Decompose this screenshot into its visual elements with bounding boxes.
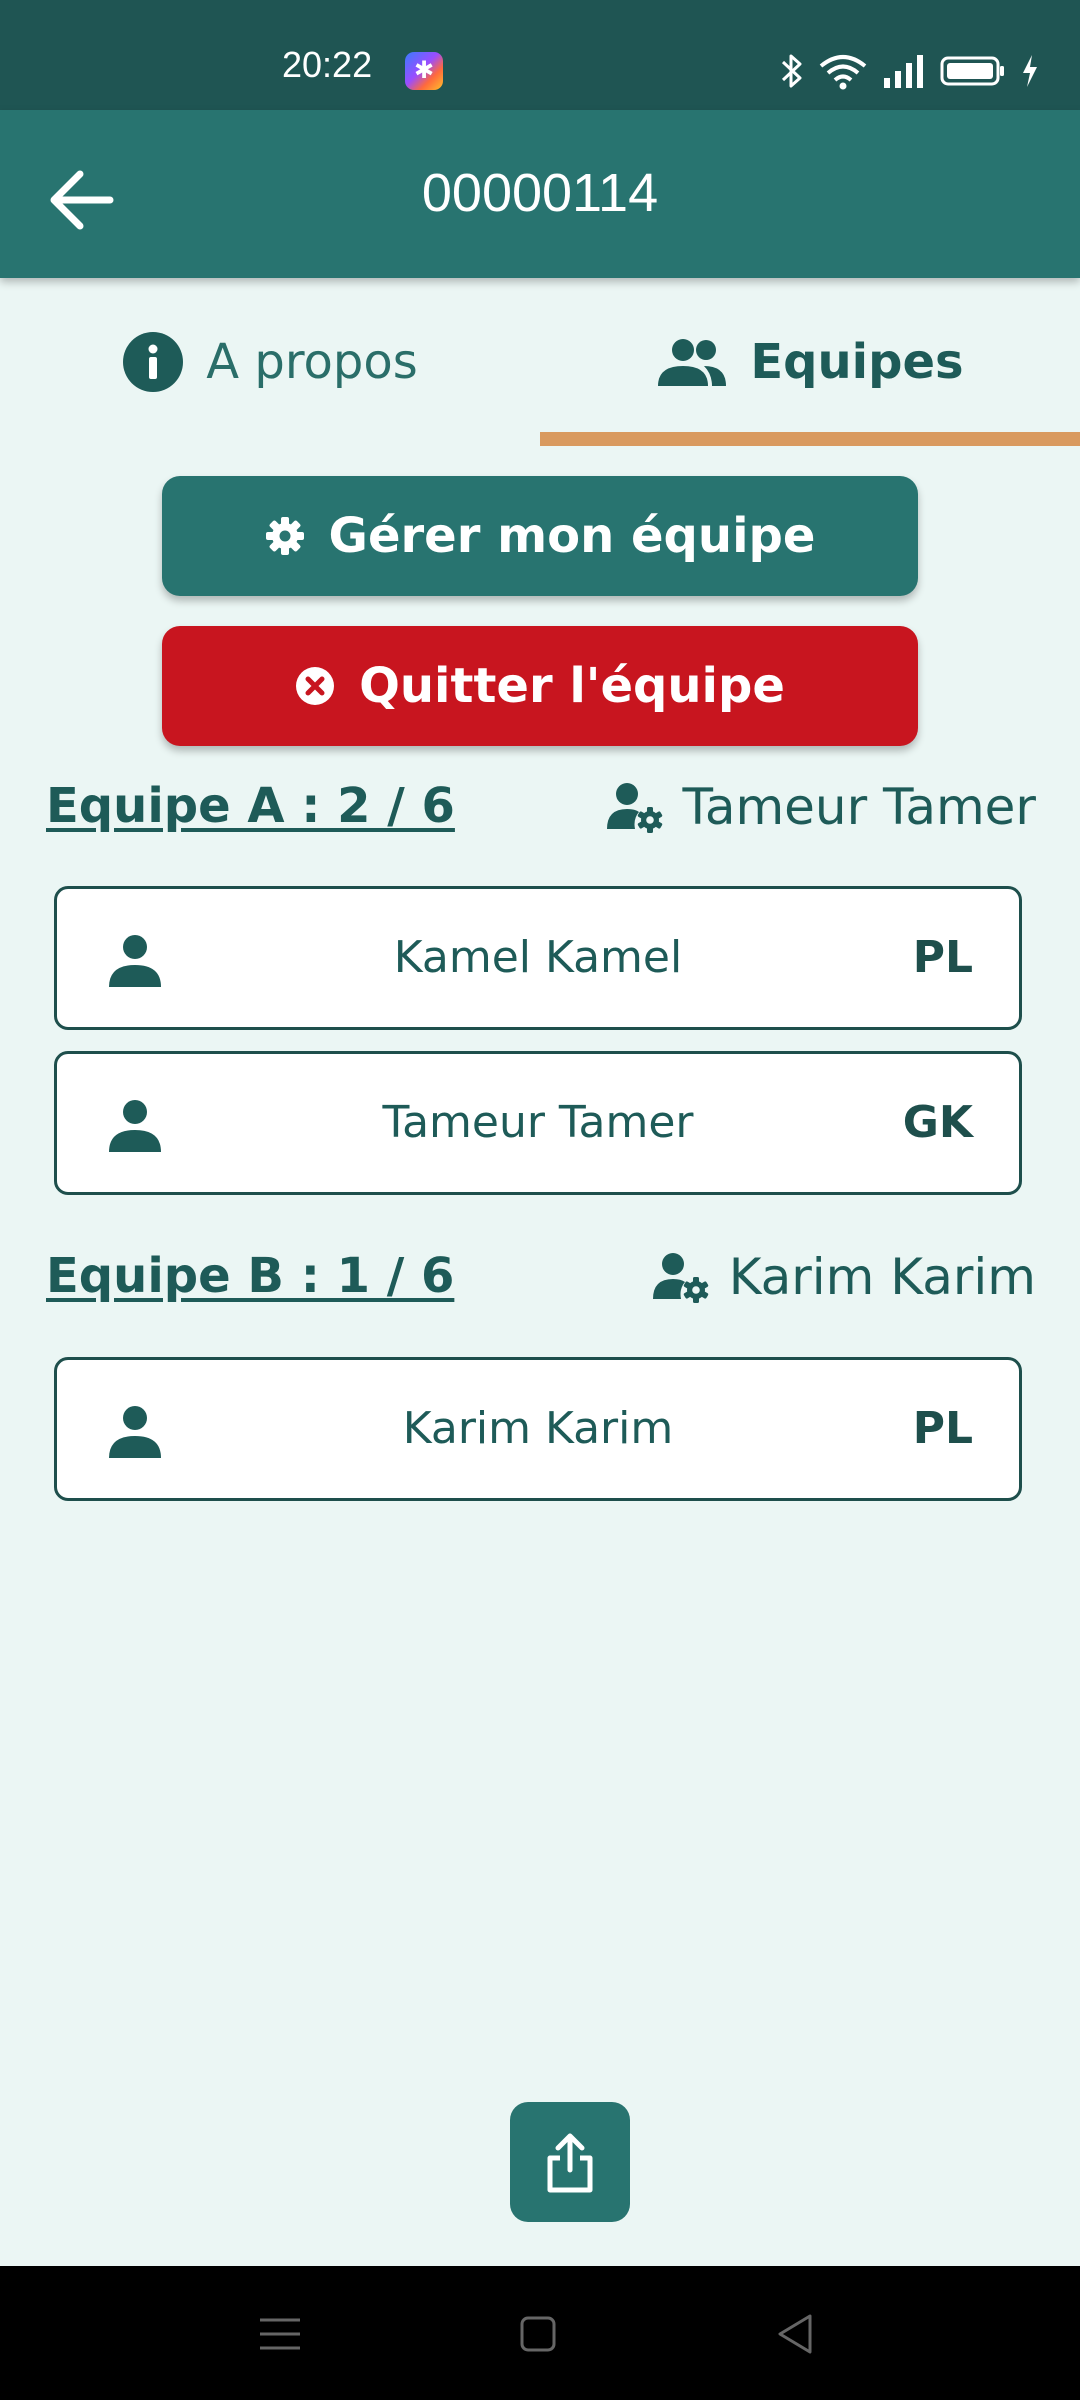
player-card[interactable]: Kamel Kamel PL [54,886,1022,1030]
team-captain: Tameur Tamer [606,778,1036,836]
share-button[interactable] [510,2102,630,2222]
quit-team-button[interactable]: Quitter l'équipe [162,626,918,746]
menu-icon[interactable] [252,2306,308,2362]
team-header-a: Equipe A : 2 / 6 Tameur Tamer [46,778,1036,848]
player-name: Karim Karim [402,1403,674,1454]
info-icon [123,332,184,392]
player-position: GK [902,1097,973,1148]
system-nav-bar [0,2266,1080,2400]
wifi-icon [819,55,867,90]
group-icon [658,339,727,386]
back-nav-icon[interactable] [768,2306,824,2362]
app-notification-icon: ✱ [405,52,443,90]
tab-bar: A propos Equipes [0,278,1080,446]
team-captain-name: Tameur Tamer [682,778,1036,836]
bluetooth-icon [781,54,802,88]
manage-account-icon [652,1253,708,1303]
app-bar: 00000114 [0,110,1080,278]
tab-teams[interactable]: Equipes [540,278,1080,446]
player-position: PL [912,1403,973,1454]
signal-icon [884,55,923,88]
tab-about[interactable]: A propos [0,278,540,446]
player-name: Kamel Kamel [393,932,683,983]
team-title: Equipe A : 2 / 6 [46,778,455,834]
status-bar: 20:22 ✱ [0,0,1080,110]
player-position: PL [912,932,973,983]
manage-team-button[interactable]: Gérer mon équipe [162,476,918,596]
team-captain: Karim Karim [652,1248,1036,1306]
team-title: Equipe B : 1 / 6 [46,1248,455,1304]
status-time: 20:22 [282,44,373,85]
home-icon[interactable] [510,2306,566,2362]
manage-account-icon [606,783,662,833]
share-icon [547,2133,593,2193]
battery-icon [940,56,1004,86]
gear-icon [265,517,304,555]
tab-selected-indicator [540,432,1080,446]
player-card[interactable]: Karim Karim PL [54,1357,1022,1501]
page-title: 00000114 [421,163,659,223]
quit-team-label: Quitter l'équipe [359,658,785,714]
close-circle-icon [296,667,335,705]
charging-icon [1023,55,1037,87]
tab-about-label: A propos [206,334,418,390]
manage-team-label: Gérer mon équipe [328,508,816,564]
tab-teams-label: Equipes [750,334,964,390]
player-card[interactable]: Tameur Tamer GK [54,1051,1022,1195]
player-name: Tameur Tamer [382,1097,694,1148]
team-header-b: Equipe B : 1 / 6 Karim Karim [46,1248,1036,1318]
status-icons [780,52,1040,90]
team-captain-name: Karim Karim [728,1248,1036,1306]
